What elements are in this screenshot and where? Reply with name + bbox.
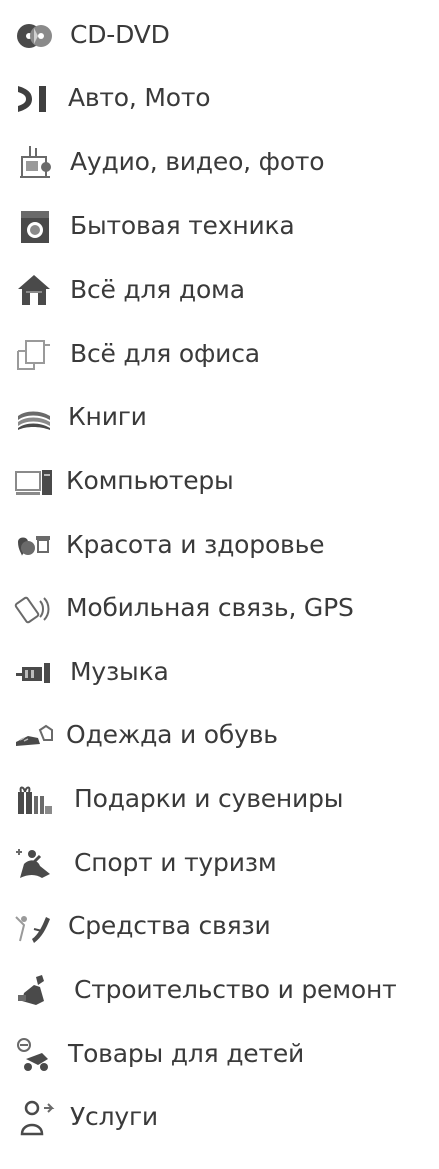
communications-icon: [15, 916, 50, 943]
menu-item-children[interactable]: Товары для детей: [0, 1027, 439, 1081]
menu-item-beauty-health[interactable]: Красота и здоровье: [0, 518, 439, 572]
menu-item-books[interactable]: Книги: [0, 390, 439, 444]
menu-item-label: CD-DVD: [70, 20, 170, 49]
books-icon: [18, 411, 50, 430]
menu-item-label: Средства связи: [68, 911, 271, 940]
clothes-shoes-icon: [16, 724, 53, 746]
menu-item-label: Одежда и обувь: [66, 720, 278, 749]
menu-item-audio-video-photo[interactable]: Аудио, видео, фото: [0, 135, 439, 189]
menu-item-construction[interactable]: Строительство и ремонт: [0, 963, 439, 1017]
menu-item-label: Всё для дома: [70, 275, 245, 304]
menu-item-auto-moto[interactable]: Авто, Мото: [0, 71, 439, 125]
construction-icon: [18, 975, 44, 1005]
menu-item-label: Бытовая техника: [70, 211, 295, 240]
menu-item-label: Мобильная связь, GPS: [66, 593, 354, 622]
menu-item-label: Подарки и сувениры: [74, 784, 344, 813]
menu-item-label: Авто, Мото: [68, 83, 211, 112]
menu-item-computers[interactable]: Компьютеры: [0, 454, 439, 508]
car-moto-icon: [18, 86, 46, 112]
beauty-health-icon: [18, 536, 50, 556]
computer-icon: [15, 470, 52, 495]
menu-item-services[interactable]: Услуги: [0, 1090, 439, 1144]
menu-item-label: Красота и здоровье: [66, 530, 325, 559]
menu-item-office[interactable]: Всё для офиса: [0, 327, 439, 381]
gifts-icon: [18, 786, 52, 814]
menu-item-music[interactable]: Музыка: [0, 645, 439, 699]
menu-item-label: Услуги: [70, 1102, 158, 1131]
mobile-gps-icon: [14, 596, 50, 624]
music-icon: [16, 663, 50, 683]
cd-dvd-icon: [17, 24, 52, 48]
house-icon: [18, 275, 50, 305]
menu-item-label: Товары для детей: [68, 1039, 305, 1068]
menu-item-mobile-gps[interactable]: Мобильная связь, GPS: [0, 581, 439, 635]
menu-item-clothes-shoes[interactable]: Одежда и обувь: [0, 708, 439, 762]
menu-item-label: Музыка: [70, 657, 169, 686]
audio-video-photo-icon: [20, 146, 51, 178]
children-goods-icon: [17, 1038, 48, 1071]
sport-tourism-icon: [16, 849, 50, 878]
menu-item-home[interactable]: Всё для дома: [0, 263, 439, 317]
menu-item-label: Аудио, видео, фото: [70, 147, 325, 176]
menu-item-gifts[interactable]: Подарки и сувениры: [0, 772, 439, 826]
menu-item-sport-tourism[interactable]: Спорт и туризм: [0, 836, 439, 890]
menu-item-label: Строительство и ремонт: [74, 975, 397, 1004]
menu-item-appliances[interactable]: Бытовая техника: [0, 199, 439, 253]
washing-machine-icon: [21, 211, 49, 243]
menu-item-label: Спорт и туризм: [74, 848, 277, 877]
menu-item-communications[interactable]: Средства связи: [0, 899, 439, 953]
category-menu: CD-DVD Авто, Мото Аудио, видео, фото Быт…: [0, 0, 439, 1169]
office-icon: [17, 340, 50, 370]
menu-item-label: Всё для офиса: [70, 339, 260, 368]
services-icon: [20, 1100, 55, 1136]
menu-item-label: Книги: [68, 402, 147, 431]
menu-item-label: Компьютеры: [66, 466, 234, 495]
menu-item-cd-dvd[interactable]: CD-DVD: [0, 8, 439, 62]
